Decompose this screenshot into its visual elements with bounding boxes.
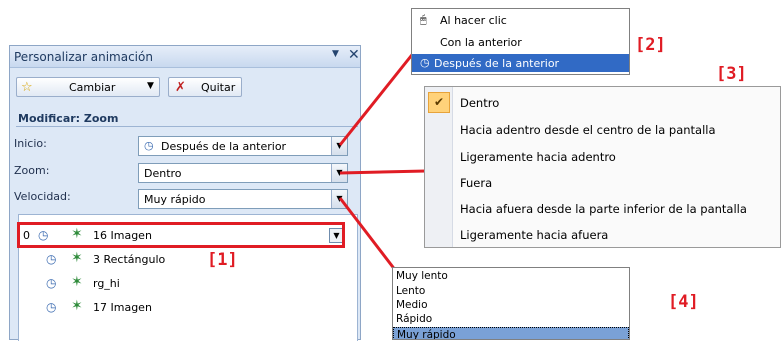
start-options-menu: 🖱 Al hacer clic Con la anterior ◷ Despué… bbox=[411, 8, 630, 75]
menu-item-with-previous[interactable]: Con la anterior bbox=[412, 33, 629, 51]
menu-item-medium[interactable]: Medio bbox=[393, 298, 629, 313]
menu-item-label: Fuera bbox=[460, 176, 493, 190]
menu-item-label: Rápido bbox=[396, 313, 433, 325]
menu-item-in[interactable]: ✔ Dentro bbox=[425, 90, 780, 116]
zoom-options-menu: ✔ Dentro Hacia adentro desde el centro d… bbox=[424, 86, 781, 248]
menu-item-label: Hacia afuera desde la parte inferior de … bbox=[460, 202, 747, 216]
menu-item-label: Con la anterior bbox=[440, 36, 522, 49]
check-icon: ✔ bbox=[428, 92, 450, 113]
menu-item-in-from-center[interactable]: Hacia adentro desde el centro de la pant… bbox=[425, 117, 780, 143]
menu-item-slow[interactable]: Lento bbox=[393, 284, 629, 299]
menu-item-very-slow[interactable]: Muy lento bbox=[393, 269, 629, 284]
menu-item-label: Ligeramente hacia adentro bbox=[460, 150, 616, 164]
menu-item-label: Muy rápido bbox=[397, 329, 456, 340]
mouse-icon: 🖱 bbox=[420, 13, 427, 26]
menu-item-slightly-in[interactable]: Ligeramente hacia adentro bbox=[425, 144, 780, 170]
menu-item-label: Hacia adentro desde el centro de la pant… bbox=[460, 123, 716, 137]
callout-label-2: [2] bbox=[635, 35, 666, 55]
clock-icon: ◷ bbox=[420, 56, 430, 69]
menu-item-slightly-out[interactable]: Ligeramente hacia afuera bbox=[425, 222, 780, 248]
menu-item-label: Después de la anterior bbox=[434, 57, 560, 70]
connector-zoom bbox=[339, 169, 427, 175]
menu-item-label: Medio bbox=[396, 299, 428, 311]
speed-options-menu: Muy lento Lento Medio Rápido Muy rápido bbox=[392, 267, 630, 340]
menu-item-label: Lento bbox=[396, 285, 426, 297]
menu-item-fast[interactable]: Rápido bbox=[393, 312, 629, 327]
menu-item-out-from-bottom[interactable]: Hacia afuera desde la parte inferior de … bbox=[425, 196, 780, 222]
menu-item-very-fast[interactable]: Muy rápido bbox=[393, 327, 629, 340]
menu-item-label: Al hacer clic bbox=[440, 14, 507, 27]
menu-item-label: Dentro bbox=[460, 96, 500, 110]
callout-label-4: [4] bbox=[668, 292, 699, 312]
menu-item-out[interactable]: Fuera bbox=[425, 170, 780, 196]
connector-start bbox=[338, 45, 421, 146]
menu-item-on-click[interactable]: 🖱 Al hacer clic bbox=[412, 11, 629, 29]
callout-label-3: [3] bbox=[716, 64, 747, 84]
menu-item-after-previous[interactable]: ◷ Después de la anterior bbox=[412, 54, 629, 72]
menu-item-label: Muy lento bbox=[396, 270, 448, 282]
menu-item-label: Ligeramente hacia afuera bbox=[460, 228, 609, 242]
